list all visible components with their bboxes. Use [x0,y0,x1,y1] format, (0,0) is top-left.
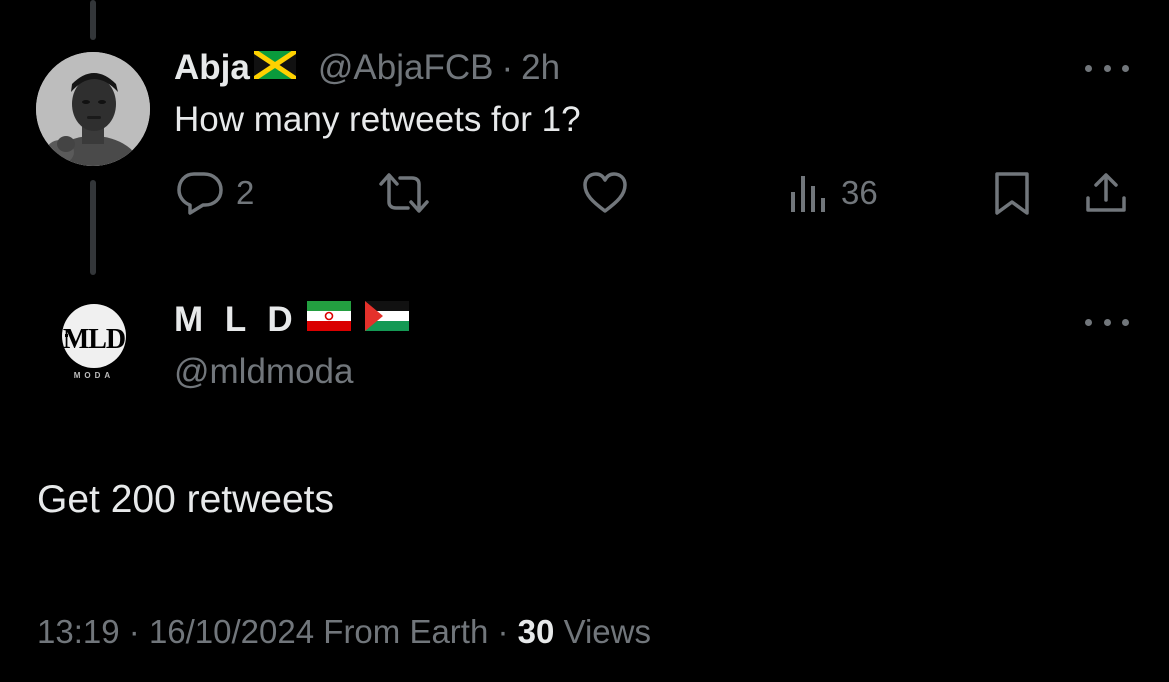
bookmark-button[interactable] [992,170,1032,216]
views-button[interactable]: 36 [789,170,878,216]
display-name[interactable]: M L D [174,300,299,340]
share-button[interactable] [1083,170,1129,216]
reply-icon [176,170,224,216]
separator: · [497,613,509,650]
retweet-icon [376,170,432,216]
svg-text:MODA: MODA [74,371,114,380]
like-button[interactable] [581,170,629,216]
bookmark-icon [992,170,1032,216]
tweet-text: How many retweets for 1? [174,100,581,139]
more-options-icon[interactable] [1085,312,1129,332]
tweet-header: Abja @AbjaFCB · 2h [174,48,560,88]
user-handle[interactable]: @mldmoda [174,352,353,392]
heart-icon [581,170,629,216]
more-options-icon[interactable] [1085,58,1129,78]
thread-line [90,180,96,275]
tweet-text: Get 200 retweets [37,478,334,521]
reply-count: 2 [236,174,255,211]
timestamp[interactable]: 13:19 [37,613,120,650]
separator: · [128,613,140,650]
tweet-meta: 13:19 · 16/10/2024 From Earth · 30 Views [37,613,651,651]
reply-button[interactable]: 2 [176,170,254,216]
mld-logo: MLD MODA [48,296,140,388]
jamaica-flag-icon [252,48,298,88]
avatar[interactable] [36,52,150,166]
views-count[interactable]: 30 [518,613,555,650]
source-label: From Earth [323,613,489,650]
views-label: Views [563,613,651,650]
svg-text:MLD: MLD [63,324,125,355]
views-count: 36 [841,174,878,211]
retweet-button[interactable] [376,170,432,216]
iran-flag-icon [306,300,351,340]
palestine-flag-icon [364,300,409,340]
reply-author: M L D [174,300,409,340]
user-handle[interactable]: @AbjaFCB [318,48,494,88]
timestamp[interactable]: 2h [521,48,560,88]
analytics-icon [789,170,829,216]
display-name[interactable]: Abja [174,48,250,88]
avatar-photo [36,52,150,166]
separator: · [501,48,514,87]
share-icon [1083,170,1129,216]
avatar[interactable]: MLD MODA [48,296,140,388]
thread-line [90,0,96,40]
date[interactable]: 16/10/2024 [149,613,314,650]
